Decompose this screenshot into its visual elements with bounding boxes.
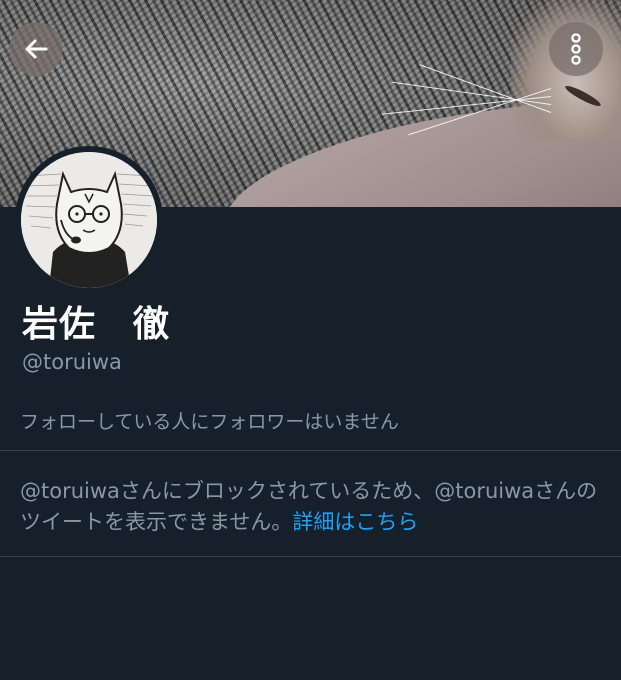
learn-more-link[interactable]: 詳細はこちら <box>292 510 418 534</box>
more-vertical-icon <box>571 33 581 65</box>
avatar[interactable] <box>15 146 163 294</box>
display-name: 岩佐 徹 <box>22 304 171 345</box>
avatar-image <box>21 152 157 288</box>
arrow-left-icon <box>25 39 48 59</box>
more-options-button[interactable] <box>549 22 603 76</box>
divider <box>0 450 621 451</box>
back-button[interactable] <box>9 22 63 76</box>
blocked-notice: @toruiwaさんにブロックされているため、@toruiwaさんのツイートを表… <box>20 476 605 538</box>
avatar-cat-illustration <box>21 152 157 288</box>
divider <box>0 556 621 557</box>
user-handle: @toruiwa <box>22 350 122 374</box>
followers-you-know-note: フォローしている人にフォロワーはいません <box>20 411 399 433</box>
